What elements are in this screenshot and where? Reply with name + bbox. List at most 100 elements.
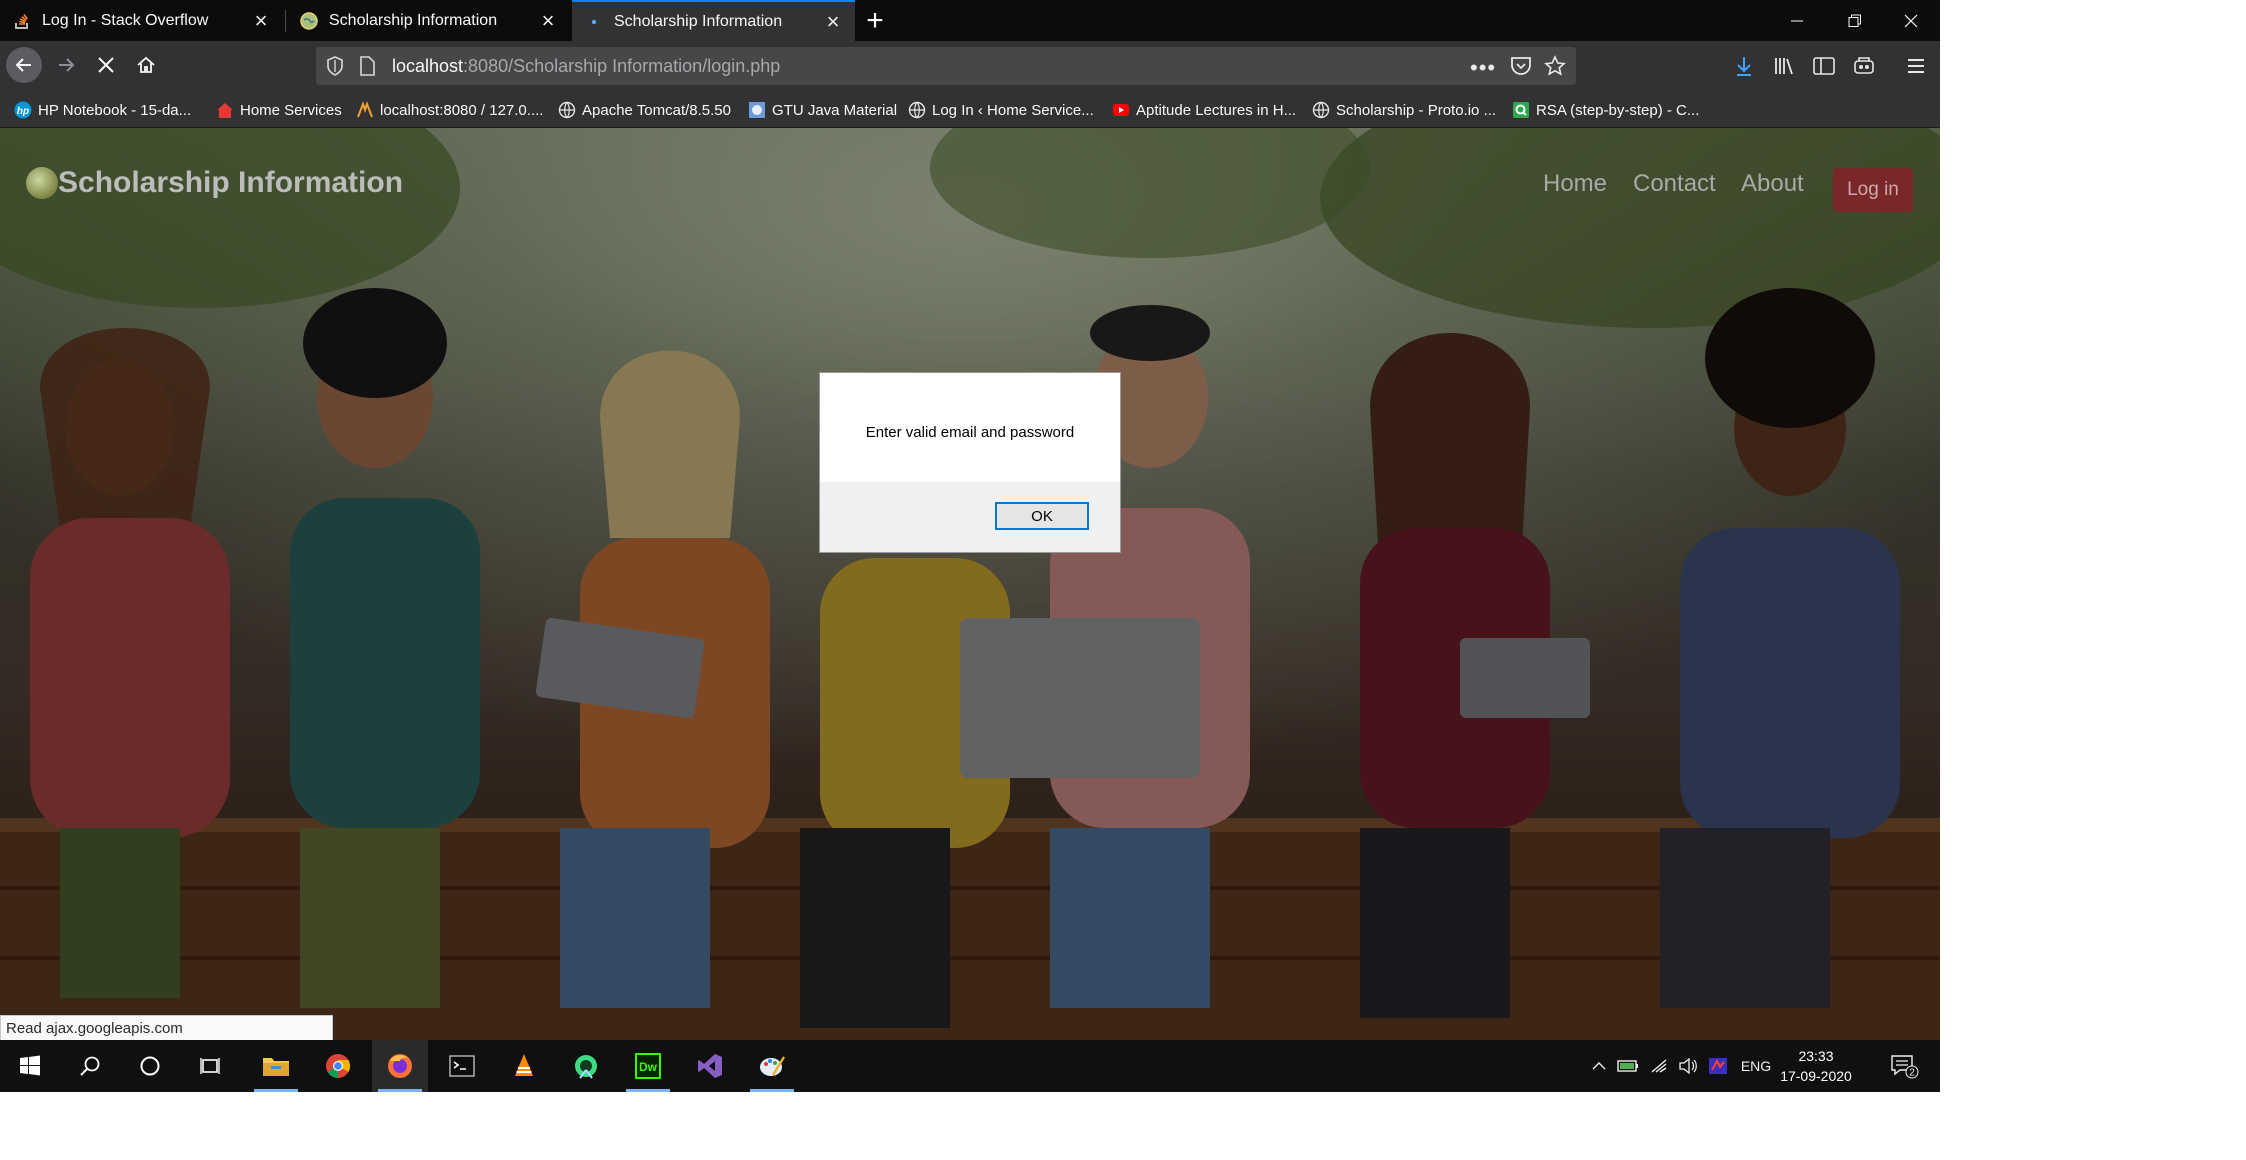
chrome-icon[interactable] [310, 1040, 366, 1092]
windows-start-icon[interactable] [2, 1040, 58, 1092]
svg-text:hp: hp [17, 106, 29, 117]
search-icon[interactable] [62, 1040, 118, 1092]
url-path: :8080/Scholarship Information/login.php [463, 55, 781, 76]
sidebar-icon[interactable] [1810, 52, 1838, 80]
restore-icon[interactable] [1826, 0, 1884, 41]
back-arrow-icon[interactable] [6, 47, 42, 83]
new-tab-plus-icon[interactable]: + [858, 4, 892, 38]
file-explorer-icon[interactable] [248, 1040, 304, 1092]
dreamweaver-icon[interactable]: Dw [620, 1040, 676, 1092]
url-text: localhost:8080/Scholarship Information/l… [392, 56, 780, 77]
tab-scholarship-active[interactable]: Scholarship Information × [572, 0, 855, 41]
forward-arrow-icon[interactable] [48, 47, 84, 83]
bookmark-proto-io[interactable]: Scholarship - Proto.io ... [1312, 98, 1496, 122]
bookmark-star-icon[interactable] [1544, 55, 1566, 82]
bookmark-aptitude-lectures[interactable]: Aptitude Lectures in H... [1112, 98, 1296, 122]
alert-footer: OK [820, 482, 1120, 552]
phpmyadmin-icon [356, 101, 374, 119]
extension-icon[interactable] [1850, 52, 1878, 80]
notification-count: 2 [1909, 1068, 1915, 1079]
nav-contact-link[interactable]: Contact [1633, 170, 1716, 198]
alert-dialog: Enter valid email and password OK [819, 372, 1121, 553]
cortana-icon[interactable] [122, 1040, 178, 1092]
bookmark-home-services[interactable]: Home Services [216, 98, 342, 122]
stackoverflow-icon [12, 11, 32, 31]
bookmark-label: RSA (step-by-step) - C... [1536, 101, 1700, 119]
android-studio-icon[interactable] [558, 1040, 614, 1092]
clock-date: 17-09-2020 [1780, 1068, 1852, 1084]
page-dim-overlay [0, 128, 1940, 1040]
stop-loading-icon[interactable] [88, 47, 124, 83]
action-center-icon[interactable]: 2 [1884, 1040, 1924, 1092]
library-icon[interactable] [1770, 52, 1798, 80]
nav-about-link[interactable]: About [1741, 170, 1804, 198]
show-hidden-icons-chevron-icon[interactable] [1586, 1040, 1612, 1092]
red-house-icon [216, 101, 234, 119]
url-host: localhost [392, 55, 464, 76]
minimize-icon[interactable] [1768, 0, 1826, 41]
tab-title: Scholarship Information [614, 12, 783, 30]
hamburger-menu-icon[interactable] [1902, 52, 1930, 80]
globe-icon [908, 101, 926, 119]
globe-logo-icon [299, 11, 319, 31]
scholarship-logo-icon [26, 167, 58, 199]
bookmark-rsa[interactable]: RSA (step-by-step) - C... [1512, 98, 1699, 122]
windows-taskbar: Dw ENG 23:33 17-09-2020 2 [0, 1040, 1940, 1092]
task-view-icon[interactable] [182, 1040, 238, 1092]
youtube-icon [1112, 101, 1130, 119]
login-button[interactable]: Log in [1833, 168, 1913, 212]
battery-charging-icon[interactable] [1614, 1040, 1642, 1092]
nav-home-link[interactable]: Home [1543, 170, 1607, 198]
intel-graphics-icon[interactable] [1704, 1040, 1732, 1092]
site-navbar: Scholarship Information Home Contact Abo… [0, 128, 1940, 212]
close-tab-icon[interactable]: × [249, 8, 273, 33]
running-indicator [378, 1089, 422, 1092]
input-language[interactable]: ENG [1736, 1040, 1776, 1092]
bookmark-phpmyadmin[interactable]: localhost:8080 / 127.0.... [356, 98, 543, 122]
bookmark-label: GTU Java Material [772, 101, 898, 119]
close-tab-icon[interactable]: × [821, 9, 845, 34]
bookmark-label: localhost:8080 / 127.0.... [380, 101, 544, 119]
navigation-toolbar: localhost:8080/Scholarship Information/l… [0, 41, 1940, 92]
vlc-icon[interactable] [496, 1040, 552, 1092]
alert-message: Enter valid email and password [865, 423, 1075, 441]
running-indicator [626, 1089, 670, 1092]
pocket-icon[interactable] [1510, 56, 1532, 81]
tab-scholarship-1[interactable]: Scholarship Information × [287, 0, 570, 41]
clock-time: 23:33 [1798, 1048, 1834, 1064]
page-actions-icon[interactable]: ••• [1470, 55, 1496, 81]
paint-icon[interactable] [744, 1040, 800, 1092]
bookmarks-toolbar: hp HP Notebook - 15-da... Home Services … [0, 92, 1940, 128]
site-brand[interactable]: Scholarship Information [26, 166, 403, 200]
site-brand-text: Scholarship Information [58, 166, 404, 199]
tab-title: Log In - Stack Overflow [42, 11, 209, 29]
bookmark-hp-notebook[interactable]: hp HP Notebook - 15-da... [14, 98, 191, 122]
volume-icon[interactable] [1674, 1040, 1702, 1092]
tab-stackoverflow[interactable]: Log In - Stack Overflow × [0, 0, 283, 41]
tracking-shield-icon[interactable] [326, 56, 344, 81]
home-icon[interactable] [128, 47, 164, 83]
page-viewport: Scholarship Information Home Contact Abo… [0, 128, 1940, 1040]
bookmark-gtu-java[interactable]: GTU Java Material [748, 98, 897, 122]
visual-studio-icon[interactable] [682, 1040, 738, 1092]
status-bar-text: Read ajax.googleapis.com [0, 1015, 333, 1041]
ok-button[interactable]: OK [995, 502, 1089, 530]
close-tab-icon[interactable]: × [536, 8, 560, 33]
page-info-icon[interactable] [358, 56, 376, 81]
close-window-icon[interactable] [1882, 0, 1940, 41]
svg-text:Dw: Dw [639, 1060, 658, 1074]
terminal-icon[interactable] [434, 1040, 490, 1092]
wifi-icon[interactable] [1646, 1040, 1674, 1092]
bookmark-apache-tomcat[interactable]: Apache Tomcat/8.5.50 [558, 98, 731, 122]
address-bar[interactable]: localhost:8080/Scholarship Information/l… [316, 47, 1576, 85]
bookmark-label: Apache Tomcat/8.5.50 [582, 101, 731, 119]
screen: Log In - Stack Overflow × Scholarship In… [0, 0, 1940, 1092]
download-arrow-icon[interactable] [1730, 52, 1758, 80]
tab-strip: Log In - Stack Overflow × Scholarship In… [0, 0, 1940, 41]
bookmark-login-home-service[interactable]: Log In ‹ Home Service... [908, 98, 1094, 122]
show-desktop-strip[interactable] [1936, 1040, 1940, 1092]
globe-icon [558, 101, 576, 119]
firefox-icon[interactable] [372, 1040, 428, 1092]
system-clock[interactable]: 23:33 17-09-2020 [1776, 1046, 1856, 1086]
running-indicator [254, 1089, 298, 1092]
